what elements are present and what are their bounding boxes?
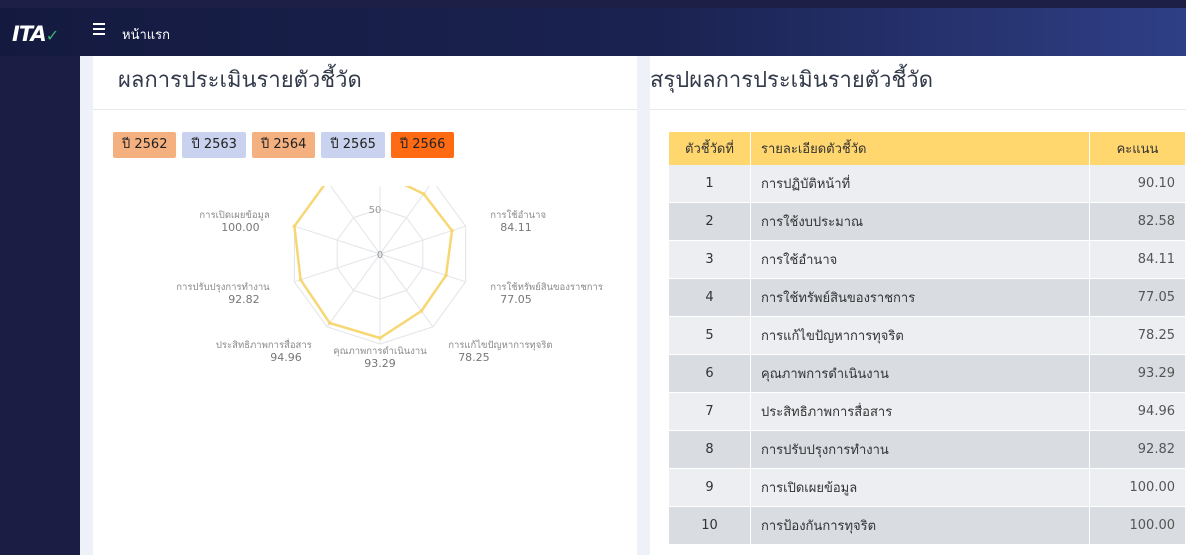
table-row: 3 การใช้อำนาจ 84.11 <box>669 240 1186 279</box>
radar-axis-label: การใช้อำนาจ <box>490 209 546 221</box>
radar-value-label: 100.00 <box>221 221 260 234</box>
year-button-2566[interactable]: ปี 2566 <box>390 132 455 158</box>
card-title-indicator-results: ผลการประเมินรายตัวชี้วัด <box>118 68 362 93</box>
hamburger-menu-icon[interactable] <box>93 23 105 38</box>
table-row: 5 การแก้ไขปัญหาการทุจริต 78.25 <box>669 316 1186 355</box>
year-button-2562[interactable]: ปี 2562 <box>113 132 177 158</box>
divider <box>93 109 637 110</box>
radar-value-label: 92.82 <box>228 293 260 306</box>
checkmark-icon: ✓ <box>45 26 59 45</box>
cell-score: 100.00 <box>1089 506 1186 545</box>
divider <box>650 109 1186 110</box>
cell-score: 82.58 <box>1089 202 1186 241</box>
table-row: 7 ประสิทธิภาพการสื่อสาร 94.96 <box>669 392 1186 431</box>
radar-data-point <box>444 273 448 278</box>
cell-score: 90.10 <box>1089 165 1186 203</box>
radar-data-point <box>292 224 297 228</box>
cell-indicator-no: 2 <box>669 202 751 241</box>
cell-indicator-no: 9 <box>669 468 751 507</box>
radar-axis-label: การปรับปรุงการทำงาน <box>176 282 270 293</box>
cell-indicator-no: 1 <box>669 165 751 203</box>
cell-indicator-no: 5 <box>669 316 751 355</box>
cell-indicator-detail: ประสิทธิภาพการสื่อสาร <box>750 392 1090 431</box>
cell-indicator-no: 8 <box>669 430 751 469</box>
radar-chart: 050การปฏิบัติหน้าที่90.10การใช้งบประมาณ8… <box>176 186 603 370</box>
cell-indicator-detail: การใช้งบประมาณ <box>750 202 1090 241</box>
cell-indicator-no: 7 <box>669 392 751 431</box>
ita-logo[interactable]: ITA✓ <box>12 22 59 46</box>
cell-score: 84.11 <box>1089 240 1186 279</box>
header-indicator-no: ตัวชี้วัดที่ <box>669 132 751 165</box>
cell-indicator-detail: การใช้ทรัพย์สินของราชการ <box>750 278 1090 317</box>
year-button-2563[interactable]: ปี 2563 <box>182 132 246 158</box>
cell-indicator-detail: การแก้ไขปัญหาการทุจริต <box>750 316 1090 355</box>
table-row: 8 การปรับปรุงการทำงาน 92.82 <box>669 430 1186 469</box>
logo-text: ITA <box>12 22 47 46</box>
cell-score: 77.05 <box>1089 278 1186 317</box>
header-score: คะแนน <box>1089 132 1186 165</box>
year-button-2565[interactable]: ปี 2565 <box>321 132 385 158</box>
table-row: 6 คุณภาพการดำเนินงาน 93.29 <box>669 354 1186 393</box>
year-button-group: ปี 2562 ปี 2563 ปี 2564 ปี 2565 ปี 2566 <box>113 132 455 158</box>
table-row: 4 การใช้ทรัพย์สินของราชการ 77.05 <box>669 278 1186 317</box>
radar-value-label: 78.25 <box>458 351 490 364</box>
table-row: 9 การเปิดเผยข้อมูล 100.00 <box>669 468 1186 507</box>
cell-score: 100.00 <box>1089 468 1186 507</box>
radar-spoke <box>379 253 434 328</box>
cell-indicator-detail: คุณภาพการดำเนินงาน <box>750 354 1090 393</box>
card-title-indicator-summary: สรุปผลการประเมินรายตัวชี้วัด <box>650 68 934 93</box>
sidebar <box>0 56 80 555</box>
radar-data-point <box>419 309 424 313</box>
radar-data-point <box>298 278 303 282</box>
cell-indicator-detail: การป้องกันการทุจริต <box>750 506 1090 545</box>
cell-score: 93.29 <box>1089 354 1186 393</box>
cell-score: 94.96 <box>1089 392 1186 431</box>
table-row: 2 การใช้งบประมาณ 82.58 <box>669 202 1186 241</box>
cell-score: 92.82 <box>1089 430 1186 469</box>
radar-value-label: 94.96 <box>270 351 302 364</box>
radar-tick-label: 50 <box>369 205 382 216</box>
radar-axis-label: การเปิดเผยข้อมูล <box>199 210 269 221</box>
radar-axis-label: การใช้ทรัพย์สินของราชการ <box>490 281 603 293</box>
radar-data-point <box>378 336 382 340</box>
radar-axis-label: การแก้ไขปัญหาการทุจริต <box>448 339 552 351</box>
nav-home-link[interactable]: หน้าแรก <box>122 24 170 45</box>
radar-value-label: 77.05 <box>500 293 532 306</box>
radar-data-point <box>450 228 454 233</box>
cell-indicator-no: 10 <box>669 506 751 545</box>
table-row: 1 การปฏิบัติหน้าที่ 90.10 <box>669 165 1186 203</box>
radar-spoke <box>326 253 381 328</box>
cell-score: 78.25 <box>1089 316 1186 355</box>
radar-data-point <box>328 321 332 325</box>
indicator-result-card: ผลการประเมินรายตัวชี้วัด ปี 2562 ปี 2563… <box>93 56 637 555</box>
radar-spoke <box>329 186 381 255</box>
cell-indicator-no: 3 <box>669 240 751 279</box>
cell-indicator-detail: การเปิดเผยข้อมูล <box>750 468 1090 507</box>
radar-axis-label: คุณภาพการดำเนินงาน <box>333 346 427 357</box>
header-indicator-detail: รายละเอียดตัวชี้วัด <box>750 132 1090 165</box>
top-navbar: ITA✓ หน้าแรก <box>0 8 1186 56</box>
cell-indicator-detail: การปฏิบัติหน้าที่ <box>750 165 1090 203</box>
main-content: ผลการประเมินรายตัวชี้วัด ปี 2562 ปี 2563… <box>80 56 1186 555</box>
radar-data-point <box>421 192 426 196</box>
cell-indicator-detail: การปรับปรุงการทำงาน <box>750 430 1090 469</box>
table-header-row: ตัวชี้วัดที่ รายละเอียดตัวชี้วัด คะแนน <box>669 132 1186 165</box>
cell-indicator-detail: การใช้อำนาจ <box>750 240 1090 279</box>
radar-tick-label: 0 <box>377 250 383 261</box>
radar-value-label: 84.11 <box>500 221 532 234</box>
year-button-2564[interactable]: ปี 2564 <box>251 132 316 158</box>
cell-indicator-no: 6 <box>669 354 751 393</box>
cell-indicator-no: 4 <box>669 278 751 317</box>
radar-value-label: 93.29 <box>364 357 396 370</box>
radar-axis-label: ประสิทธิภาพการสื่อสาร <box>216 338 312 351</box>
score-table: ตัวชี้วัดที่ รายละเอียดตัวชี้วัด คะแนน 1… <box>669 132 1186 545</box>
table-row: 10 การป้องกันการทุจริต 100.00 <box>669 506 1186 545</box>
indicator-summary-card: สรุปผลการประเมินรายตัวชี้วัด ตัวชี้วัดที… <box>650 56 1186 555</box>
